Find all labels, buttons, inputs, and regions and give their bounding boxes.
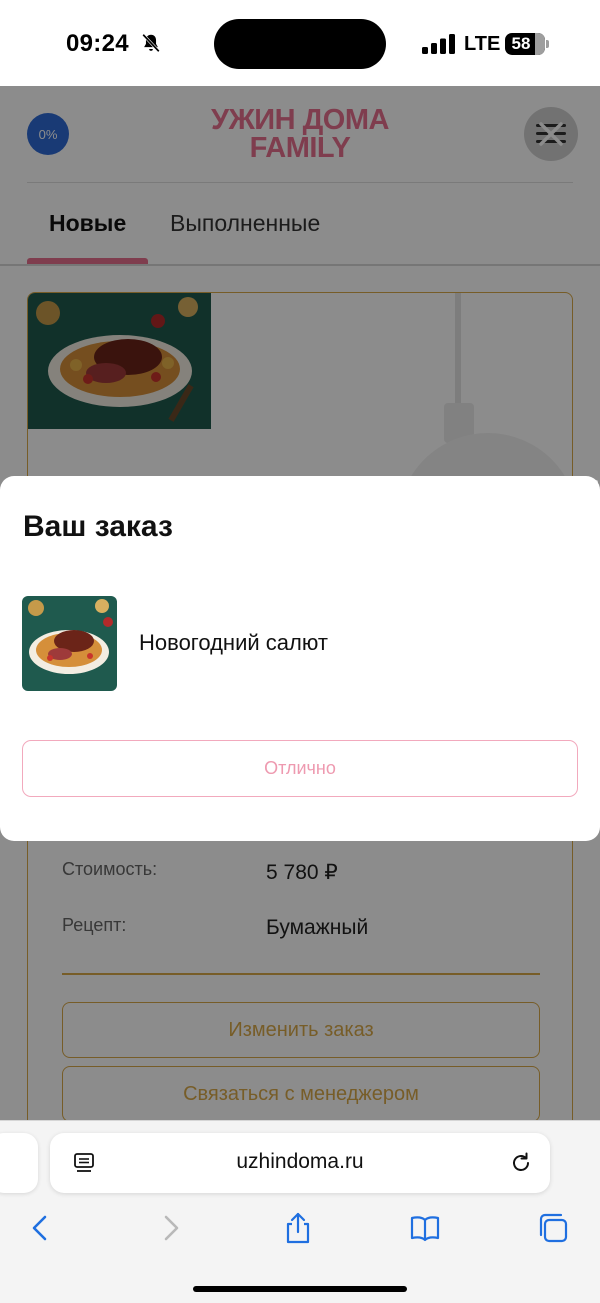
modal-title: Ваш заказ bbox=[23, 510, 173, 543]
modal-item-name: Новогодний салют bbox=[139, 630, 328, 655]
battery-level: 58 bbox=[511, 34, 531, 53]
browser-toolbar: uzhindoma.ru bbox=[0, 1120, 600, 1303]
dynamic-island bbox=[214, 19, 386, 69]
forward-icon[interactable] bbox=[154, 1211, 188, 1245]
modal-order-item: Новогодний салют bbox=[22, 596, 582, 692]
url-text[interactable]: uzhindoma.ru bbox=[50, 1150, 550, 1174]
tabs-icon[interactable] bbox=[536, 1211, 570, 1245]
home-indicator[interactable] bbox=[193, 1286, 407, 1292]
previous-tab-preview[interactable] bbox=[0, 1133, 38, 1193]
network-type: LTE bbox=[464, 33, 501, 55]
bell-muted-icon bbox=[142, 33, 160, 53]
status-time: 09:24 bbox=[66, 30, 129, 57]
status-bar: 09:24 LTE 58 bbox=[0, 0, 600, 86]
ok-button[interactable]: Отлично bbox=[22, 740, 578, 797]
modal-dish-thumbnail bbox=[22, 596, 117, 691]
order-modal: Ваш заказ Новогодний салют Отлично bbox=[0, 476, 600, 841]
address-bar[interactable]: uzhindoma.ru bbox=[50, 1133, 550, 1193]
battery-nub bbox=[546, 40, 549, 48]
share-icon[interactable] bbox=[281, 1211, 315, 1245]
reload-icon[interactable] bbox=[508, 1150, 534, 1176]
signal-icon bbox=[422, 34, 455, 54]
bookmarks-icon[interactable] bbox=[408, 1211, 442, 1245]
back-icon[interactable] bbox=[24, 1211, 58, 1245]
battery-icon: 58 bbox=[505, 33, 545, 55]
